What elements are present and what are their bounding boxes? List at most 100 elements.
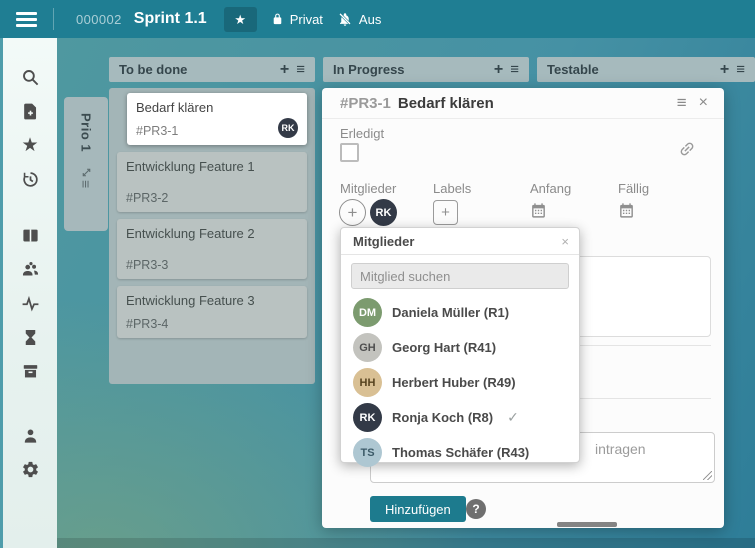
list-title: To be done <box>119 62 187 77</box>
board-scrollbar-track[interactable] <box>57 538 755 548</box>
horizontal-scrollbar-thumb[interactable] <box>557 522 617 527</box>
member-name: Daniela Müller (R1) <box>392 305 509 320</box>
member-list: DM Daniela Müller (R1) GH Georg Hart (R4… <box>341 293 579 476</box>
bell-slash-icon <box>337 12 353 27</box>
swimlane-title: Prio 1 <box>79 113 94 152</box>
list-header-to-be-done[interactable]: To be done + ≡ <box>109 57 315 82</box>
lock-icon <box>271 12 284 26</box>
list-menu-icon[interactable]: ≡ <box>294 61 307 78</box>
card-detail-id: #PR3-1 <box>340 95 391 112</box>
add-card-icon[interactable]: + <box>275 61 294 79</box>
star-icon: ★ <box>234 12 246 27</box>
avatar: HH <box>353 368 382 397</box>
start-label: Anfang <box>530 181 571 196</box>
card-title: Bedarf klären <box>136 100 298 115</box>
list-title: In Progress <box>333 62 405 77</box>
collapse-icon[interactable] <box>80 166 93 179</box>
card-title: Entwicklung Feature 1 <box>126 159 298 174</box>
member-name: Ronja Koch (R8) <box>392 410 493 425</box>
board-view-icon[interactable] <box>21 226 40 245</box>
list-menu-icon[interactable]: ≡ <box>508 61 521 78</box>
close-icon[interactable]: × <box>561 234 569 249</box>
list-to-be-done: Bedarf klären #PR3-1 RK Entwicklung Feat… <box>109 88 315 384</box>
done-checkbox[interactable] <box>340 143 359 162</box>
card-id: #PR3-2 <box>126 191 168 205</box>
card-id: #PR3-1 <box>136 124 178 138</box>
user-icon[interactable] <box>21 426 40 445</box>
member-row-daniela[interactable]: DM Daniela Müller (R1) <box>341 295 579 330</box>
card-pr3-4[interactable]: Entwicklung Feature 3 #PR3-4 <box>117 286 307 338</box>
list-menu-icon[interactable]: ≡ <box>734 61 747 78</box>
avatar: RK <box>278 118 298 138</box>
star-board-button[interactable]: ★ <box>224 7 257 32</box>
member-row-ronja[interactable]: RK Ronja Koch (R8) ✓ <box>341 400 579 435</box>
avatar: DM <box>353 298 382 327</box>
member-search <box>341 255 579 293</box>
card-detail-header: #PR3-1 Bedarf klären ≡ × <box>322 88 724 119</box>
list-title: Testable <box>547 62 599 77</box>
card-detail-title: Bedarf klären <box>398 95 494 112</box>
due-label: Fällig <box>618 181 649 196</box>
list-header-in-progress[interactable]: In Progress + ≡ <box>323 57 529 82</box>
list-header-testable[interactable]: Testable + ≡ <box>537 57 755 82</box>
board-canvas: Prio 1 ≡ To be done + ≡ In Progress + ≡ … <box>57 38 755 548</box>
avatar: RK <box>353 403 382 432</box>
add-label-button[interactable]: + <box>433 200 458 225</box>
settings-gear-icon[interactable] <box>21 460 40 479</box>
archive-icon[interactable] <box>21 362 40 381</box>
history-icon[interactable] <box>21 170 40 189</box>
member-row-thomas[interactable]: TS Thomas Schäfer (R43) <box>341 435 579 470</box>
privacy-label: Privat <box>290 12 323 27</box>
menu-icon[interactable] <box>16 9 37 30</box>
time-icon[interactable] <box>21 328 40 347</box>
board-title: Sprint 1.1 <box>134 10 207 28</box>
members-icon[interactable] <box>21 260 40 279</box>
member-search-input[interactable] <box>351 263 569 289</box>
card-pr3-3[interactable]: Entwicklung Feature 2 #PR3-3 <box>117 219 307 279</box>
card-pr3-1[interactable]: Bedarf klären #PR3-1 RK <box>127 93 307 145</box>
swimlane-menu-icon[interactable]: ≡ <box>78 180 94 188</box>
starred-boards-icon[interactable]: ★ <box>21 136 40 155</box>
add-card-icon[interactable]: + <box>489 61 508 79</box>
notifications-label: Aus <box>359 12 381 27</box>
member-name: Georg Hart (R41) <box>392 340 496 355</box>
members-popup: Mitglieder × DM Daniela Müller (R1) GH G… <box>340 227 580 463</box>
notifications-toggle[interactable]: Aus <box>337 12 381 27</box>
add-card-icon[interactable]: + <box>715 61 734 79</box>
due-date-calendar-icon[interactable] <box>618 202 635 219</box>
done-label: Erledigt <box>340 126 384 141</box>
members-label: Mitglieder <box>340 181 396 196</box>
member-avatar[interactable]: RK <box>370 199 397 226</box>
card-title: Entwicklung Feature 2 <box>126 226 298 241</box>
add-member-button[interactable]: + <box>339 199 366 226</box>
activity-icon[interactable] <box>21 294 40 313</box>
labels-label: Labels <box>433 181 471 196</box>
start-date-calendar-icon[interactable] <box>530 202 547 219</box>
link-icon[interactable] <box>674 136 699 161</box>
card-menu-icon[interactable]: ≡ <box>669 93 695 113</box>
search-icon[interactable] <box>21 68 40 87</box>
help-icon[interactable]: ? <box>466 499 486 519</box>
topbar: 000002 Sprint 1.1 ★ Privat Aus <box>0 0 755 38</box>
card-pr3-2[interactable]: Entwicklung Feature 1 #PR3-2 <box>117 152 307 212</box>
member-name: Herbert Huber (R49) <box>392 375 516 390</box>
swimlane-header[interactable]: Prio 1 ≡ <box>64 97 108 231</box>
check-icon: ✓ <box>507 409 519 426</box>
avatar: TS <box>353 438 382 467</box>
sidebar: ★ <box>0 38 57 548</box>
topbar-divider <box>53 8 54 30</box>
add-comment-button[interactable]: Hinzufügen <box>370 496 466 522</box>
swimlane-controls: ≡ <box>78 166 94 188</box>
create-document-icon[interactable] <box>21 102 40 121</box>
privacy-toggle[interactable]: Privat <box>271 12 323 27</box>
close-icon[interactable]: × <box>695 94 712 112</box>
members-popup-title: Mitglieder <box>353 234 561 249</box>
board-number: 000002 <box>76 12 122 27</box>
card-id: #PR3-4 <box>126 317 168 331</box>
member-row-herbert[interactable]: HH Herbert Huber (R49) <box>341 365 579 400</box>
avatar: GH <box>353 333 382 362</box>
card-title: Entwicklung Feature 3 <box>126 293 298 308</box>
members-popup-header: Mitglieder × <box>341 228 579 255</box>
card-id: #PR3-3 <box>126 258 168 272</box>
member-row-georg[interactable]: GH Georg Hart (R41) <box>341 330 579 365</box>
